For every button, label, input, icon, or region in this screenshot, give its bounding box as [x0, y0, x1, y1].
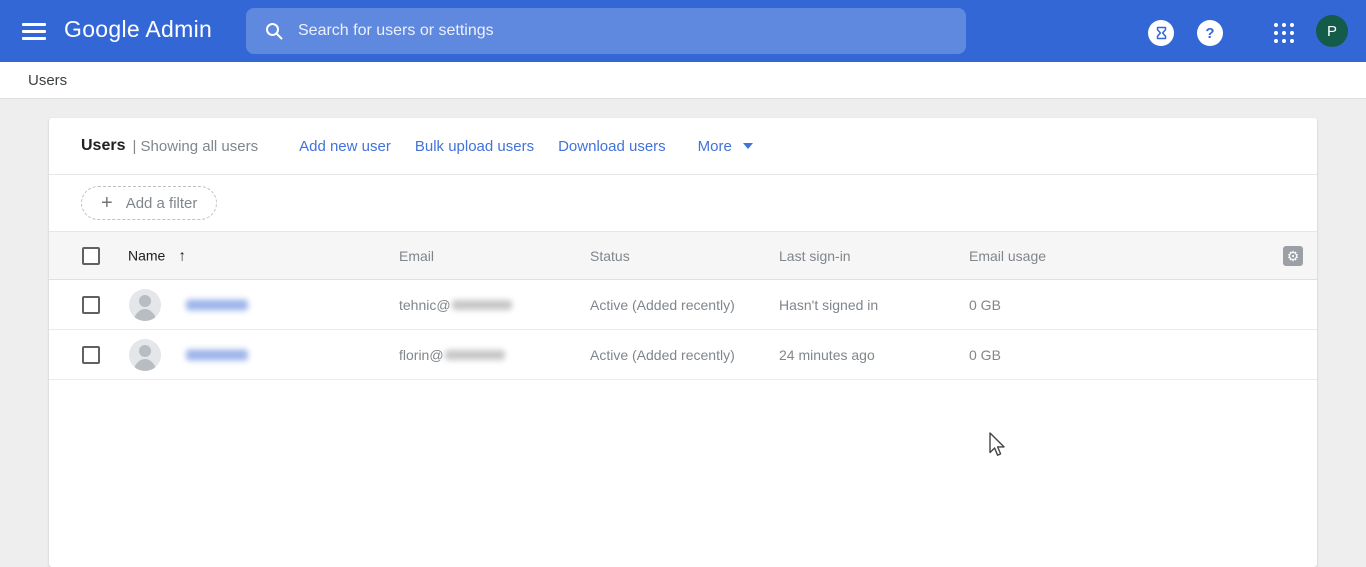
user-avatar-placeholder-icon [129, 288, 161, 321]
table-row[interactable]: tehnic@ Active (Added recently) Hasn't s… [49, 280, 1317, 330]
page-subtitle: | Showing all users [132, 137, 259, 155]
add-new-user-link[interactable]: Add new user [299, 138, 391, 155]
chevron-down-icon [742, 143, 753, 149]
user-name-redacted[interactable] [186, 299, 248, 310]
email-cell: tehnic@ [399, 297, 512, 313]
column-header-status: Status [590, 247, 630, 264]
page-title: Users [81, 137, 126, 154]
bulk-upload-users-link[interactable]: Bulk upload users [415, 138, 534, 155]
hourglass-status-button[interactable] [1148, 20, 1174, 46]
filter-row: + Add a filter [49, 175, 1317, 232]
row-checkbox[interactable] [82, 345, 100, 364]
gear-icon: ⚙ [1286, 247, 1300, 264]
more-menu-button[interactable]: More [698, 138, 753, 155]
search-bar[interactable] [246, 8, 966, 54]
email-cell: florin@ [399, 347, 505, 363]
column-header-last-signin: Last sign-in [779, 247, 851, 264]
apps-grid-icon [1274, 23, 1278, 27]
email-usage-cell: 0 GB [969, 346, 1001, 363]
app-logo: Google Admin [64, 16, 213, 42]
users-card: Users | Showing all users Add new user B… [49, 118, 1317, 567]
main-content: Users | Showing all users Add new user B… [0, 99, 1366, 567]
help-button[interactable]: ? [1197, 20, 1223, 46]
hamburger-icon [22, 36, 46, 40]
table-header: Name ↑ Email Status Last sign-in Email u… [49, 232, 1317, 280]
select-all-checkbox[interactable] [82, 246, 100, 265]
row-checkbox[interactable] [82, 295, 100, 314]
email-domain-redacted [444, 349, 505, 360]
status-cell: Active (Added recently) [590, 346, 735, 363]
add-filter-label: Add a filter [125, 194, 198, 212]
question-mark-icon: ? [1205, 24, 1215, 42]
column-header-name[interactable]: Name ↑ [128, 247, 186, 264]
sort-ascending-icon: ↑ [178, 247, 186, 264]
avatar-initial: P [1326, 22, 1337, 40]
hamburger-icon [22, 22, 46, 26]
email-domain-redacted [451, 299, 512, 310]
column-header-email: Email [399, 247, 435, 264]
hamburger-menu-button[interactable] [22, 19, 50, 43]
user-name-redacted[interactable] [186, 349, 248, 360]
table-row[interactable]: florin@ Active (Added recently) 24 minut… [49, 330, 1317, 380]
email-usage-cell: 0 GB [969, 296, 1001, 313]
plus-icon: + [101, 192, 113, 214]
add-filter-button[interactable]: + Add a filter [81, 186, 218, 220]
hourglass-icon [1156, 26, 1166, 40]
breadcrumb-users[interactable]: Users [28, 72, 67, 89]
last-signin-cell: 24 minutes ago [779, 346, 875, 363]
user-avatar-placeholder-icon [129, 338, 161, 371]
last-signin-cell: Hasn't signed in [779, 296, 879, 313]
column-header-email-usage: Email usage [969, 247, 1047, 264]
user-avatar[interactable]: P [1316, 15, 1348, 47]
top-app-bar: Google Admin ? P [0, 0, 1366, 62]
breadcrumb: Users [0, 62, 1366, 99]
download-users-link[interactable]: Download users [558, 138, 666, 155]
search-icon [266, 23, 283, 40]
hamburger-icon [22, 29, 46, 33]
card-header: Users | Showing all users Add new user B… [49, 118, 1317, 175]
search-input[interactable] [298, 22, 938, 40]
status-cell: Active (Added recently) [590, 296, 735, 313]
table-settings-button[interactable]: ⚙ [1283, 245, 1303, 266]
apps-launcher-button[interactable] [1272, 21, 1296, 45]
more-menu-label: More [697, 137, 732, 155]
